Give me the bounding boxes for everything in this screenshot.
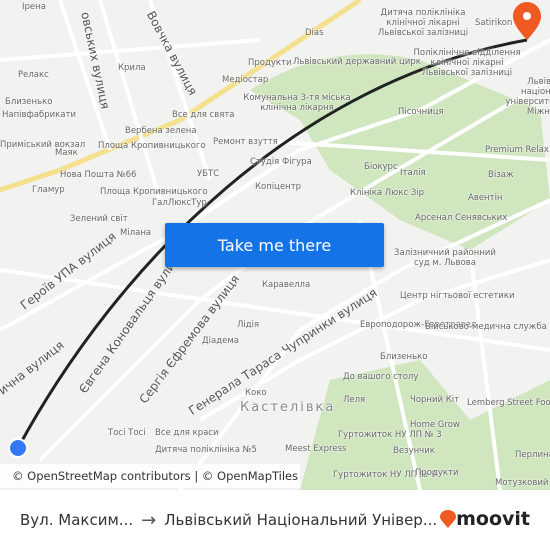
poi-label: Медіостар (222, 75, 269, 85)
destination-name: Львівський Національний Універ... (164, 511, 438, 529)
poi-label: Дитяча поліклініка №5 (155, 445, 257, 455)
map[interactable]: Героїв УПА вулиця Євгена Коновальця вули… (0, 0, 550, 490)
poi-label: Перлина (515, 450, 550, 460)
poi-label: Маяк (55, 148, 78, 158)
poi-label: Італія (400, 168, 426, 178)
poi-label: Близенько (5, 97, 53, 107)
poi-label: Леля (343, 395, 366, 405)
arrow-right-icon: → (141, 509, 157, 531)
poi-label: Залізничний районний суд м. Львова (394, 248, 496, 268)
poi-label: Площа Кропивницького (98, 141, 206, 151)
poi-label: Крила (118, 63, 146, 73)
poi-label: Біокурс (364, 162, 398, 172)
poi-label: Нова Пошта №66 (60, 170, 137, 180)
destination-marker-icon[interactable] (513, 2, 541, 40)
poi-label: Гуртожиток НУ ЛП № 3 (338, 430, 442, 440)
poi-label: Пісочниця (398, 107, 444, 117)
poi-label: Продукти (415, 468, 459, 478)
poi-label: Площа Кропивницького (100, 187, 208, 197)
poi-label: Львівський національний університет Фран… (505, 77, 550, 117)
poi-label: УБТС (197, 169, 220, 179)
poi-label: Клініка Люкс Зір (350, 188, 425, 198)
poi-label: Мілана (120, 228, 152, 238)
poi-label: Ремонт взуття (213, 137, 278, 147)
poi-label: Військово-медична служба СБУ (425, 322, 550, 332)
poi-label: Копіцентр (255, 182, 302, 192)
poi-label: Авентін (468, 193, 503, 203)
moovit-logo[interactable]: moovit (440, 508, 530, 530)
poi-label: Все для свята (172, 110, 235, 120)
poi-label: Близенько (380, 352, 428, 362)
poi-label: До вашого столу (343, 372, 419, 382)
poi-label: Зелений світ (70, 214, 128, 224)
poi-label: Lemberg Street Food (467, 398, 550, 408)
poi-label: Центр нігтьової естетики (400, 291, 515, 301)
poi-label: Львівський державний цирк (293, 57, 421, 67)
origin-name: Вул. Максим... (20, 511, 134, 529)
take-me-there-button[interactable]: Take me there (165, 223, 384, 267)
poi-label: Лідія (237, 320, 260, 330)
poi-label: Діадема (202, 336, 239, 346)
poi-label: Вербена зелена (125, 126, 197, 136)
poi-label: Релакс (18, 70, 49, 80)
poi-label: Арсенал Сенявських (415, 213, 508, 223)
poi-label: Чорний Кіт (410, 395, 460, 405)
poi-label: Мотузковий парк (495, 478, 550, 488)
poi-label: Продукти (248, 58, 292, 68)
poi-label: Напівфабрикати (2, 110, 76, 120)
poi-label: Dias (305, 28, 324, 38)
poi-label: Коко (245, 388, 267, 398)
poi-label: Студія Фігура (250, 157, 312, 167)
origin-marker[interactable] (8, 438, 28, 458)
poi-label: Гламур (32, 185, 65, 195)
map-attribution[interactable]: © OpenStreetMap contributors | © OpenMap… (0, 464, 300, 488)
poi-label: ГалЛюксТур (152, 198, 207, 208)
poi-label: Везунчик (393, 446, 435, 456)
poi-label: Все для краси (155, 428, 219, 438)
poi-label: Premium Relax Club (485, 145, 550, 155)
poi-label: Ірена (22, 2, 46, 12)
district-label: Кастелівка (240, 400, 336, 415)
poi-label: Satirikon (475, 18, 513, 28)
poi-label: Tосі Tосі (108, 428, 146, 438)
moovit-pin-icon (440, 510, 457, 528)
poi-label: Поліклінічне відділення клінічної лікарн… (413, 48, 521, 78)
poi-label: Meest Express (285, 444, 347, 454)
poi-label: Home Grow (410, 420, 460, 430)
poi-label: Дитяча поліклініка клінічної лікарні Льв… (377, 8, 469, 38)
poi-label: Каравелла (262, 280, 311, 290)
poi-label: Комунальна 3-тя міська клінічна лікарня (243, 93, 351, 113)
poi-label: Візаж (488, 170, 514, 180)
